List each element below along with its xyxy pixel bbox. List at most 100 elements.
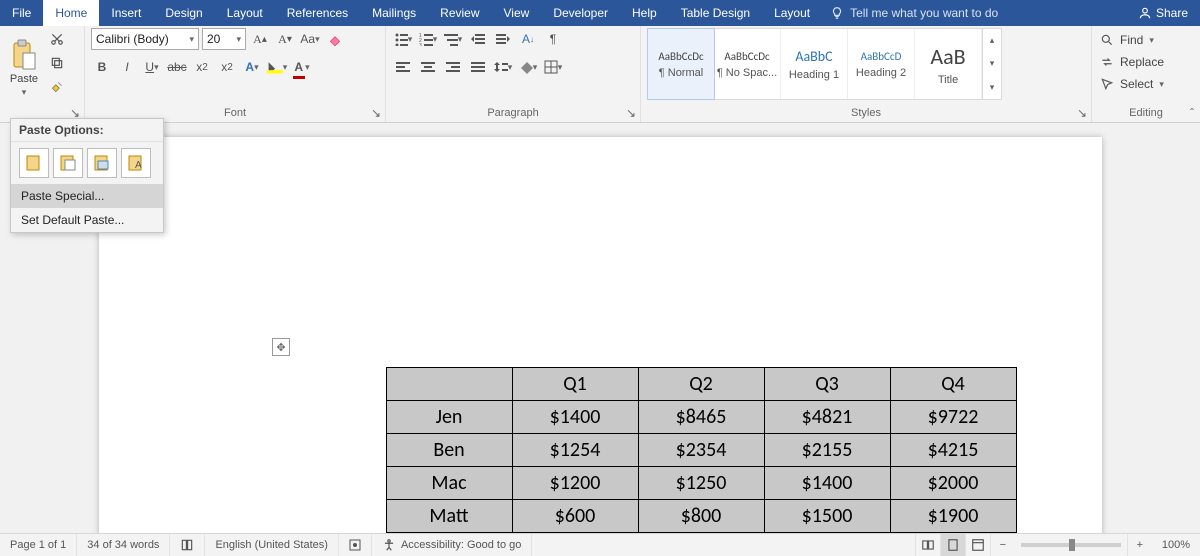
borders-button[interactable]: ▾ xyxy=(542,56,564,78)
sort-button[interactable]: A↓ xyxy=(517,28,539,50)
tab-help[interactable]: Help xyxy=(620,0,669,26)
style-title[interactable]: AaBTitle xyxy=(915,29,982,99)
table-cell[interactable]: $2354 xyxy=(638,434,764,467)
table-row[interactable]: Mac$1200$1250$1400$2000 xyxy=(386,467,1016,500)
table-cell[interactable]: $8465 xyxy=(638,401,764,434)
tab-design[interactable]: Design xyxy=(153,0,214,26)
table-move-handle[interactable]: ✥ xyxy=(272,338,290,356)
numbering-button[interactable]: 123▾ xyxy=(417,28,439,50)
table-cell[interactable] xyxy=(386,368,512,401)
font-size-combo[interactable]: 20▾ xyxy=(202,28,246,50)
table-row[interactable]: Jen$1400$8465$4821$9722 xyxy=(386,401,1016,434)
bullets-button[interactable]: ▾ xyxy=(392,28,414,50)
table-cell[interactable]: $1400 xyxy=(764,467,890,500)
table-cell[interactable]: $1254 xyxy=(512,434,638,467)
table-cell[interactable]: Q2 xyxy=(638,368,764,401)
table-cell[interactable]: $2155 xyxy=(764,434,890,467)
spellcheck-status[interactable] xyxy=(170,534,205,556)
table-row[interactable]: Matt$600$800$1500$1900 xyxy=(386,500,1016,533)
align-center-button[interactable] xyxy=(417,56,439,78)
table-cell[interactable]: $4215 xyxy=(890,434,1016,467)
tab-references[interactable]: References xyxy=(275,0,360,26)
table-cell[interactable]: $1900 xyxy=(890,500,1016,533)
show-marks-button[interactable]: ¶ xyxy=(542,28,564,50)
print-layout-button[interactable] xyxy=(940,534,965,556)
table-cell[interactable]: $1246 xyxy=(638,533,764,534)
styles-launcher[interactable]: ↘ xyxy=(1075,106,1089,120)
font-color-button[interactable]: A▾ xyxy=(291,56,313,78)
table-row[interactable]: Alice$852$1246$1658$2149 xyxy=(386,533,1016,534)
table-cell[interactable]: $1500 xyxy=(764,500,890,533)
font-name-combo[interactable]: Calibri (Body)▾ xyxy=(91,28,199,50)
cut-button[interactable] xyxy=(46,28,68,50)
table-cell[interactable]: Mac xyxy=(386,467,512,500)
line-spacing-button[interactable]: ▾ xyxy=(492,56,514,78)
decrease-indent-button[interactable] xyxy=(467,28,489,50)
paste-text-only-button[interactable]: A xyxy=(121,148,151,178)
grow-font-button[interactable]: A▴ xyxy=(249,28,271,50)
align-right-button[interactable] xyxy=(442,56,464,78)
increase-indent-button[interactable] xyxy=(492,28,514,50)
multilevel-list-button[interactable]: ▾ xyxy=(442,28,464,50)
share-button[interactable]: Share xyxy=(1126,0,1200,26)
tab-review[interactable]: Review xyxy=(428,0,491,26)
italic-button[interactable]: I xyxy=(116,56,138,78)
language-status[interactable]: English (United States) xyxy=(205,534,339,556)
justify-button[interactable] xyxy=(467,56,489,78)
shrink-font-button[interactable]: A▾ xyxy=(274,28,296,50)
table-cell[interactable]: $9722 xyxy=(890,401,1016,434)
paste-picture-button[interactable] xyxy=(87,148,117,178)
zoom-slider[interactable] xyxy=(1021,543,1121,547)
align-left-button[interactable] xyxy=(392,56,414,78)
paste-keep-source-button[interactable] xyxy=(19,148,49,178)
tab-file[interactable]: File xyxy=(0,0,43,26)
zoom-out-button[interactable]: − xyxy=(990,534,1015,556)
tell-me-search[interactable]: Tell me what you want to do xyxy=(822,0,1126,26)
tab-view[interactable]: View xyxy=(492,0,542,26)
strikethrough-button[interactable]: abc xyxy=(166,56,188,78)
data-table[interactable]: Q1 Q2 Q3 Q4 Jen$1400$8465$4821$9722 Ben$… xyxy=(386,367,1017,533)
table-cell[interactable]: Jen xyxy=(386,401,512,434)
paste-merge-button[interactable] xyxy=(53,148,83,178)
read-mode-button[interactable] xyxy=(915,534,940,556)
table-row[interactable]: Q1 Q2 Q3 Q4 xyxy=(386,368,1016,401)
table-cell[interactable]: Q1 xyxy=(512,368,638,401)
zoom-level[interactable]: 100% xyxy=(1152,534,1200,556)
highlight-button[interactable]: ▾ xyxy=(266,56,288,78)
table-cell[interactable]: Matt xyxy=(386,500,512,533)
document-area[interactable]: ✥ Q1 Q2 Q3 Q4 Jen$1400$8465$4821$9722 Be… xyxy=(0,123,1200,533)
table-cell[interactable]: $1200 xyxy=(512,467,638,500)
zoom-in-button[interactable]: + xyxy=(1127,534,1152,556)
accessibility-status[interactable]: Accessibility: Good to go xyxy=(372,534,532,556)
table-cell[interactable]: $800 xyxy=(638,500,764,533)
collapse-ribbon-button[interactable]: ˆ xyxy=(1190,106,1194,120)
style-no-spacing[interactable]: AaBbCcDc¶ No Spac... xyxy=(714,29,781,99)
table-row[interactable]: Ben$1254$2354$2155$4215 xyxy=(386,434,1016,467)
select-button[interactable]: Select▾ xyxy=(1098,74,1194,94)
zoom-thumb[interactable] xyxy=(1069,539,1075,551)
superscript-button[interactable]: x2 xyxy=(216,56,238,78)
styles-more[interactable]: ▴▾▾ xyxy=(982,29,1001,99)
tab-table-layout[interactable]: Layout xyxy=(762,0,822,26)
paste-special-menu-item[interactable]: Paste Special... xyxy=(11,184,163,208)
tab-home[interactable]: Home xyxy=(43,0,99,26)
style-heading-2[interactable]: AaBbCcDHeading 2 xyxy=(848,29,915,99)
word-count-status[interactable]: 34 of 34 words xyxy=(77,534,170,556)
table-cell[interactable]: Ben xyxy=(386,434,512,467)
underline-button[interactable]: U▾ xyxy=(141,56,163,78)
paste-button[interactable]: Paste ▾ xyxy=(6,28,42,98)
replace-button[interactable]: Replace xyxy=(1098,52,1194,72)
tab-mailings[interactable]: Mailings xyxy=(360,0,428,26)
format-painter-button[interactable] xyxy=(46,76,68,98)
styles-gallery[interactable]: AaBbCcDc¶ Normal AaBbCcDc¶ No Spac... Aa… xyxy=(647,28,1002,100)
table-cell[interactable]: Q4 xyxy=(890,368,1016,401)
text-effects-button[interactable]: A▾ xyxy=(241,56,263,78)
shading-button[interactable]: ▾ xyxy=(517,56,539,78)
subscript-button[interactable]: x2 xyxy=(191,56,213,78)
clear-formatting-button[interactable] xyxy=(324,28,346,50)
table-cell[interactable]: $1658 xyxy=(764,533,890,534)
bold-button[interactable]: B xyxy=(91,56,113,78)
table-cell[interactable]: $4821 xyxy=(764,401,890,434)
table-cell[interactable]: $600 xyxy=(512,500,638,533)
table-cell[interactable]: Q3 xyxy=(764,368,890,401)
